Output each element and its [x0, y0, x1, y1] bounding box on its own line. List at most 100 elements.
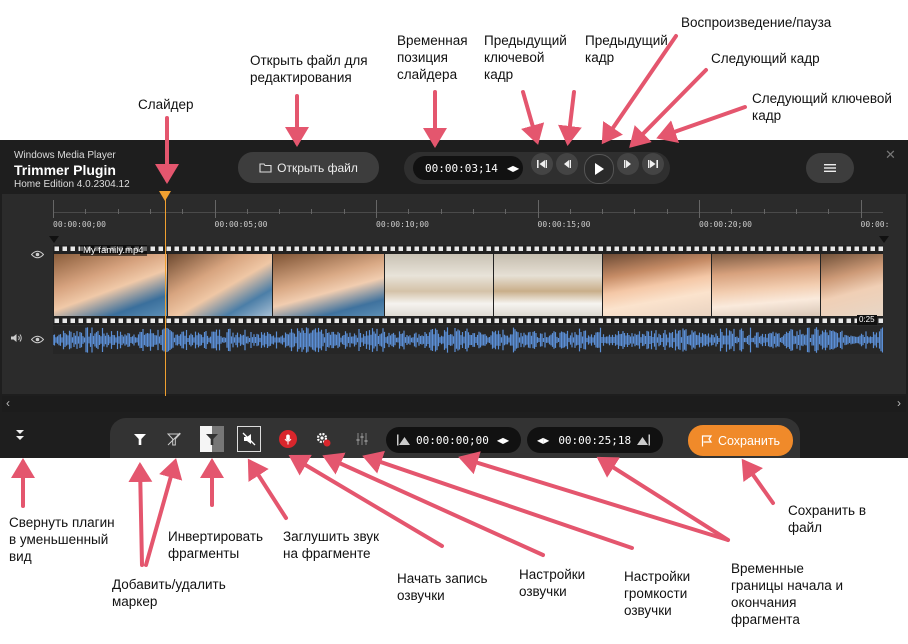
ruler-major-tick: [214, 200, 216, 218]
ruler-tick-label: 00:00:: [860, 220, 890, 229]
arrow: [458, 451, 730, 542]
annotation-voice-settings: Настройки озвучки: [519, 567, 586, 599]
video-thumbnail: [168, 254, 272, 316]
arrow: [128, 462, 153, 567]
ruler-minor-tick: [117, 209, 119, 214]
hamburger-icon: [824, 164, 836, 172]
video-thumbnail: [821, 254, 883, 316]
ruler-minor-tick: [569, 209, 571, 214]
ruler-major-tick: [860, 200, 862, 218]
playhead-line[interactable]: [165, 196, 167, 396]
open-file-button[interactable]: Открыть файл: [238, 152, 379, 183]
track-start-marker[interactable]: [49, 236, 59, 243]
ruler-minor-tick: [182, 209, 184, 214]
annotation-prev-keyframe: Предыдущий ключевой кадр: [484, 33, 567, 82]
folder-icon: [259, 162, 272, 173]
end-bound-icon: [637, 434, 651, 446]
fragment-start-time-value: 00:00:00;00: [416, 433, 489, 447]
annotation-save-to-file: Сохранить в файл: [788, 503, 867, 535]
voiceover-settings-button[interactable]: [312, 428, 334, 450]
ruler-minor-tick: [763, 209, 765, 214]
invert-fragments-button[interactable]: [200, 426, 224, 452]
ruler-minor-tick: [440, 209, 442, 214]
time-stepper-icon[interactable]: ◀▶: [507, 164, 519, 173]
fragment-start-time-field[interactable]: 00:00:00;00 ◀▶: [386, 427, 521, 453]
ruler-minor-tick: [408, 209, 410, 214]
app-name: Trimmer Plugin: [14, 162, 116, 178]
ruler-minor-tick: [666, 209, 668, 214]
next-keyframe-button[interactable]: [642, 153, 664, 175]
end-stepper-icon[interactable]: ◀▶: [537, 436, 549, 445]
slider-time-field[interactable]: 00:00:03;14 ◀▶: [413, 156, 523, 180]
ruler-tick-label: 00:00:10;00: [376, 220, 429, 229]
microphone-icon: [284, 434, 292, 444]
ruler-major-tick: [53, 200, 54, 218]
open-file-label: Открыть файл: [277, 160, 358, 175]
annotation-record-voice: Начать запись озвучки: [397, 571, 488, 603]
play-pause-button[interactable]: [584, 154, 614, 184]
arrow: [656, 105, 747, 143]
annotation-next-frame: Следующий кадр: [711, 51, 820, 66]
scroll-left-icon[interactable]: ‹: [6, 396, 10, 410]
remove-marker-button[interactable]: [163, 428, 185, 450]
flag-icon: [701, 434, 713, 446]
ruler-tick-label: 00:00:05;00: [214, 220, 268, 229]
start-stepper-icon[interactable]: ◀▶: [497, 436, 509, 445]
audio-waveform: [52, 327, 884, 353]
next-frame-button[interactable]: [617, 153, 639, 175]
ruler-minor-tick: [795, 209, 797, 214]
annotation-prev-frame: Предыдущий кадр: [585, 33, 668, 65]
speaker-icon[interactable]: [10, 330, 23, 348]
arrow: [596, 456, 730, 542]
arrow: [362, 450, 634, 550]
annotation-invert: Инвертировать фрагменты: [168, 529, 264, 561]
ruler-major-tick: [376, 200, 377, 218]
collapse-plugin-button[interactable]: [14, 428, 26, 447]
save-button[interactable]: Сохранить: [688, 425, 793, 456]
voiceover-volume-button[interactable]: [351, 428, 373, 450]
arrow: [247, 458, 288, 520]
clip-name-label: My family.mp4: [80, 245, 147, 256]
annotation-open-file: Открыть файл для редактирования: [250, 53, 368, 85]
video-eye-icon[interactable]: [30, 246, 45, 264]
record-voiceover-button[interactable]: [279, 430, 297, 448]
scroll-right-icon[interactable]: ›: [897, 396, 901, 410]
menu-button[interactable]: [806, 153, 854, 183]
annotation-slider-position: Временная позиция слайдера: [397, 33, 468, 82]
mute-fragment-button[interactable]: [237, 426, 261, 452]
audio-eye-icon[interactable]: [30, 331, 45, 349]
timeline-scrollbar[interactable]: ‹ ›: [2, 396, 906, 412]
close-button[interactable]: ✕: [885, 147, 896, 163]
ruler-minor-tick: [634, 209, 636, 214]
prev-keyframe-button[interactable]: [531, 153, 553, 175]
playhead-slider-handle[interactable]: [159, 191, 172, 201]
video-thumbnail: [54, 254, 167, 316]
ruler-minor-tick: [731, 209, 733, 214]
track-end-marker[interactable]: [879, 236, 889, 243]
ruler-minor-tick: [602, 209, 604, 214]
arrow: [521, 90, 545, 145]
arrow: [741, 458, 775, 505]
ruler-tick-label: 00:00:00;00: [53, 220, 106, 229]
ruler-minor-tick: [343, 209, 345, 214]
ruler-minor-tick: [279, 209, 281, 214]
mixer-icon: [356, 433, 368, 445]
ruler-minor-tick: [149, 209, 151, 214]
clip-end-time-label: 0:25: [857, 315, 877, 325]
add-marker-button[interactable]: [129, 428, 151, 450]
annotation-play-pause: Воспроизведение/пауза: [681, 15, 832, 30]
slider-time-value: 00:00:03;14: [425, 161, 498, 175]
video-thumbnail: [273, 254, 384, 316]
app-edition: Home Edition 4.0.2304.12: [14, 179, 130, 190]
prev-frame-button[interactable]: [556, 153, 578, 175]
ruler-minor-tick: [85, 209, 87, 214]
ruler-line: [53, 212, 883, 213]
video-thumbnail: [385, 254, 493, 316]
fragment-end-time-field[interactable]: ◀▶ 00:00:25;18: [527, 427, 663, 453]
ruler-minor-tick: [246, 209, 248, 214]
ruler-minor-tick: [472, 209, 474, 214]
app-vendor: Windows Media Player: [14, 150, 116, 161]
video-thumbnail: [603, 254, 711, 316]
save-label: Сохранить: [717, 433, 781, 448]
audio-track[interactable]: [52, 326, 884, 354]
